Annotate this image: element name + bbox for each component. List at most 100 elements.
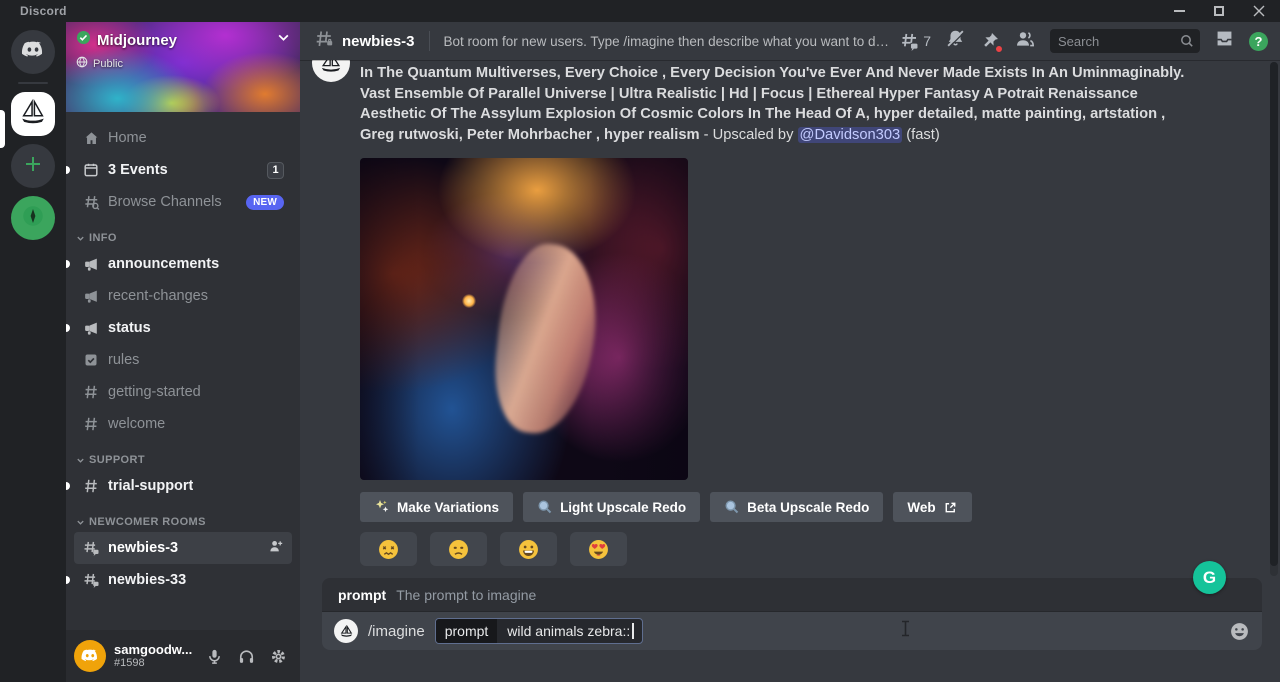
scrollbar-thumb[interactable] xyxy=(1270,62,1278,566)
server-banner[interactable]: Midjourney Public xyxy=(66,22,300,112)
composer-bottom-spacer xyxy=(322,650,1262,682)
option-value[interactable]: wild animals zebra:: xyxy=(507,623,630,639)
settings-gear-button[interactable] xyxy=(264,642,292,670)
grammarly-badge[interactable]: G xyxy=(1193,561,1226,594)
web-button[interactable]: Web xyxy=(893,492,971,522)
midjourney-bot-avatar-small xyxy=(334,619,358,643)
channel-label: newbies-33 xyxy=(108,572,186,588)
window-title: Discord xyxy=(20,4,67,18)
threads-button[interactable]: 7 xyxy=(899,31,931,52)
button-label: Light Upscale Redo xyxy=(560,500,686,515)
midjourney-bot-avatar[interactable] xyxy=(312,60,350,82)
reaction-disappointed[interactable] xyxy=(430,532,487,566)
new-badge: NEW xyxy=(246,195,284,210)
generated-image[interactable] xyxy=(360,158,688,480)
sidebar-channel-newbies-3[interactable]: newbies-3 xyxy=(74,532,292,564)
sidebar-item-home[interactable]: Home xyxy=(74,122,292,154)
pin-alert-dot xyxy=(995,45,1003,53)
chevron-down-icon[interactable] xyxy=(277,31,290,49)
member-list-button[interactable] xyxy=(1014,28,1036,55)
option-hint-description: The prompt to imagine xyxy=(396,587,536,603)
headphones-button[interactable] xyxy=(232,642,260,670)
light-upscale-redo-button[interactable]: Light Upscale Redo xyxy=(523,492,700,522)
search-box xyxy=(1050,29,1200,53)
option-label: prompt xyxy=(436,619,498,643)
section-header-info[interactable]: INFO xyxy=(76,232,292,244)
hash-icon xyxy=(82,383,100,401)
add-server-button[interactable] xyxy=(11,144,55,188)
channel-label: recent-changes xyxy=(108,288,208,304)
upscaled-prefix: - Upscaled by xyxy=(700,127,798,143)
explore-servers-button[interactable] xyxy=(11,196,55,240)
channel-label: announcements xyxy=(108,256,219,272)
hash-icon xyxy=(82,477,100,495)
user-mention[interactable]: @Davidson303 xyxy=(798,127,903,143)
window-titlebar: Discord xyxy=(0,0,1280,22)
sidebar-channel-welcome[interactable]: welcome xyxy=(74,408,292,440)
reaction-grinning[interactable] xyxy=(500,532,557,566)
sidebar-item-browse-channels[interactable]: Browse Channels NEW xyxy=(74,186,292,218)
create-invite-icon[interactable] xyxy=(268,538,284,558)
beta-upscale-redo-button[interactable]: Beta Upscale Redo xyxy=(710,492,883,522)
discord-logo-icon xyxy=(80,646,100,666)
sidebar-channel-status[interactable]: status xyxy=(74,312,292,344)
notifications-muted-icon[interactable] xyxy=(945,28,966,54)
sidebar-channel-newbies-33[interactable]: newbies-33 xyxy=(74,564,292,596)
megaphone-icon xyxy=(82,255,100,273)
channel-label: status xyxy=(108,320,151,336)
message-area: In The Quantum Multiverses, Every Choice… xyxy=(300,60,1280,578)
message-input-bar[interactable]: /imagine prompt wild animals zebra:: xyxy=(322,612,1262,650)
section-title: NEWCOMER ROOMS xyxy=(89,516,206,528)
inbox-button[interactable] xyxy=(1214,28,1235,54)
pinned-messages-button[interactable] xyxy=(980,31,1000,51)
channel-sidebar: Midjourney Public Home xyxy=(66,22,300,682)
disappointed-face-icon xyxy=(448,539,469,560)
sidebar-channel-rules[interactable]: rules xyxy=(74,344,292,376)
close-button[interactable] xyxy=(1252,4,1266,18)
sidebar-channel-announcements[interactable]: announcements xyxy=(74,248,292,280)
composer: prompt The prompt to imagine G /imagine … xyxy=(300,578,1280,682)
channel-label: welcome xyxy=(108,416,165,432)
midjourney-server-button[interactable] xyxy=(11,92,55,136)
channel-header: newbies-3 Bot room for new users. Type /… xyxy=(300,22,1280,60)
reaction-confounded[interactable] xyxy=(360,532,417,566)
scrollbar[interactable] xyxy=(1270,62,1278,576)
sidebar-item-label: Browse Channels xyxy=(108,194,222,210)
compass-icon xyxy=(20,203,46,234)
sidebar-channel-getting-started[interactable]: getting-started xyxy=(74,376,292,408)
help-button[interactable]: ? xyxy=(1249,32,1268,51)
threads-hash-icon xyxy=(899,31,920,52)
reaction-heart-eyes[interactable] xyxy=(570,532,627,566)
sidebar-channel-trial-support[interactable]: trial-support xyxy=(74,470,292,502)
sidebar-item-events[interactable]: 3 Events 1 xyxy=(74,154,292,186)
command-option-pill[interactable]: prompt wild animals zebra:: xyxy=(435,618,644,644)
emoji-picker-button[interactable] xyxy=(1229,621,1250,642)
discord-home-button[interactable] xyxy=(11,30,55,74)
threads-count: 7 xyxy=(923,33,931,49)
minimize-button[interactable] xyxy=(1172,4,1186,18)
user-area: samgoodw... #1598 xyxy=(66,630,300,682)
channel-topic[interactable]: Bot room for new users. Type /imagine th… xyxy=(444,34,892,49)
button-label: Make Variations xyxy=(397,500,499,515)
section-header-support[interactable]: SUPPORT xyxy=(76,454,292,466)
section-title: SUPPORT xyxy=(89,454,145,466)
text-caret xyxy=(632,623,634,639)
confounded-face-icon xyxy=(378,539,399,560)
megaphone-icon xyxy=(82,287,100,305)
maximize-button[interactable] xyxy=(1212,4,1226,18)
microphone-button[interactable] xyxy=(200,642,228,670)
external-link-icon xyxy=(943,500,958,515)
search-input[interactable] xyxy=(1058,34,1180,49)
username[interactable]: samgoodw... xyxy=(114,643,192,657)
avatar[interactable] xyxy=(74,640,106,672)
channel-label: trial-support xyxy=(108,478,193,494)
plus-icon xyxy=(23,154,43,179)
section-header-newcomer-rooms[interactable]: NEWCOMER ROOMS xyxy=(76,516,292,528)
selected-server-pill xyxy=(0,110,5,148)
sidebar-channel-recent-changes[interactable]: recent-changes xyxy=(74,280,292,312)
button-label: Web xyxy=(907,500,935,515)
magnifier-icon xyxy=(724,499,740,515)
server-name: Midjourney xyxy=(97,32,177,49)
make-variations-button[interactable]: Make Variations xyxy=(360,492,513,522)
hash-icon xyxy=(82,415,100,433)
